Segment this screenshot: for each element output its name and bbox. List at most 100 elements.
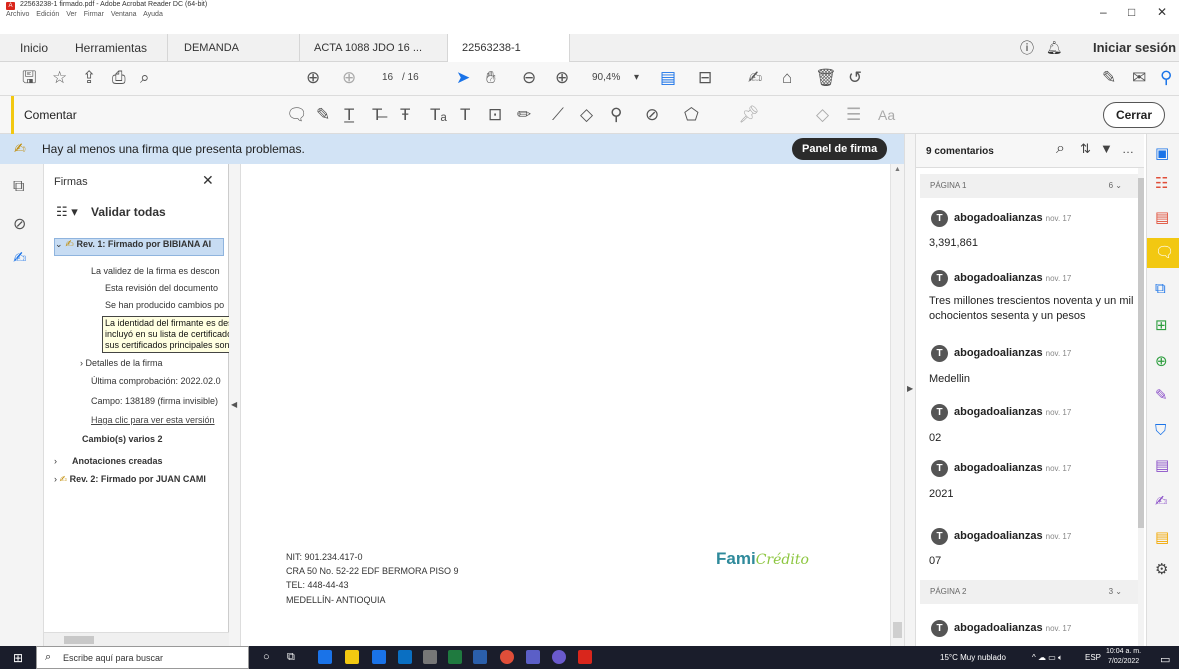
taskbar-search-input[interactable]: ⌕ Escribe aquí para buscar bbox=[36, 646, 249, 669]
save-icon[interactable]: 🖫︎ bbox=[22, 68, 36, 88]
notification-icon[interactable]: ▭ bbox=[1160, 653, 1170, 666]
close-window-button[interactable]: ✕ bbox=[1157, 5, 1167, 19]
fit-page-icon[interactable]: ▤ bbox=[660, 68, 676, 88]
attachment-icon[interactable]: ⊘ bbox=[13, 214, 26, 234]
comments-scroll-thumb[interactable] bbox=[1138, 178, 1144, 528]
acrobat-taskbar-icon[interactable] bbox=[578, 650, 592, 664]
attach-icon[interactable]: ⊘ bbox=[645, 105, 659, 125]
undo-icon[interactable]: ↺ bbox=[848, 68, 862, 88]
comment-text[interactable]: Tres millones trescientos noventa y un m… bbox=[929, 294, 1134, 324]
changes-item[interactable]: Cambio(s) varios 2 bbox=[82, 434, 163, 444]
minimize-button[interactable]: – bbox=[1100, 5, 1107, 19]
more-options-icon[interactable]: … bbox=[1122, 142, 1134, 156]
menu-archivo[interactable]: Archivo bbox=[6, 11, 29, 18]
pencil-icon[interactable]: ✏︎ bbox=[517, 105, 531, 125]
comment-text[interactable]: 02 bbox=[929, 431, 1134, 446]
chevron-down-icon[interactable]: ▾ bbox=[634, 72, 639, 83]
zoom-out-icon[interactable]: ⊖ bbox=[522, 68, 536, 88]
highlight-icon[interactable]: ✎ bbox=[316, 105, 330, 125]
sign-pen-icon[interactable]: ✍︎ bbox=[748, 68, 762, 88]
language-indicator[interactable]: ESP bbox=[1085, 653, 1101, 662]
close-panel-icon[interactable]: ✕ bbox=[202, 172, 214, 189]
mail-app-icon[interactable] bbox=[398, 650, 412, 664]
sticky-note-icon[interactable]: 🗨︎ bbox=[286, 105, 308, 125]
signature-panel-button[interactable]: Panel de firma bbox=[792, 138, 888, 160]
menu-firmar[interactable]: Firmar bbox=[84, 11, 104, 18]
collapse-left-icon[interactable]: ◀ bbox=[231, 400, 237, 409]
bell-icon[interactable]: 🔔︎ bbox=[1046, 34, 1063, 62]
page2-section[interactable]: PÁGINA 2 3 ⌄ bbox=[920, 580, 1140, 604]
cortana-icon[interactable]: ○ bbox=[263, 651, 270, 663]
clock-date[interactable]: 7/02/2022 bbox=[1108, 658, 1139, 665]
fill-sign-tool-icon[interactable]: ✎ bbox=[1155, 386, 1168, 404]
rev1-item[interactable]: ⌄ ✍︎ Rev. 1: Firmado por BIBIANA AI bbox=[54, 238, 224, 256]
browser-icon[interactable] bbox=[552, 650, 566, 664]
comment-text[interactable]: Medellin bbox=[929, 372, 1134, 387]
edge-icon[interactable] bbox=[318, 650, 332, 664]
options-menu-icon[interactable]: ☷ ▾ bbox=[56, 204, 78, 220]
export-icon[interactable]: ⊞ bbox=[1155, 316, 1168, 334]
sign-in-link[interactable]: Iniciar sesión bbox=[1093, 34, 1176, 62]
underline-text-icon[interactable]: T̲ bbox=[344, 105, 354, 125]
expand-right-icon[interactable]: ▶ bbox=[907, 384, 913, 393]
teams-icon[interactable] bbox=[526, 650, 540, 664]
print-icon[interactable]: ⎙ bbox=[112, 68, 126, 88]
zoom-in-icon[interactable]: ⊕ bbox=[555, 68, 569, 88]
star-icon[interactable]: ☆ bbox=[52, 68, 67, 88]
horizontal-scrollbar[interactable] bbox=[44, 632, 229, 646]
store-icon[interactable] bbox=[372, 650, 386, 664]
protect-icon[interactable]: ⛉ bbox=[1155, 422, 1166, 439]
document-scrollbar[interactable]: ▲ bbox=[890, 164, 904, 646]
edit-pdf-icon[interactable]: ▣ bbox=[1155, 144, 1169, 162]
replace-text-icon[interactable]: Ŧ bbox=[400, 105, 410, 125]
compress-icon[interactable]: ⊕ bbox=[1155, 352, 1168, 370]
zoom-level-dropdown[interactable]: 90,4% bbox=[592, 72, 620, 83]
pin-icon[interactable]: 📌︎ bbox=[738, 105, 760, 125]
excel-icon[interactable] bbox=[448, 650, 462, 664]
tab-inicio[interactable]: Inicio bbox=[20, 34, 48, 62]
page-number-input[interactable]: 16 bbox=[382, 72, 393, 83]
document-scroll-thumb[interactable] bbox=[893, 622, 902, 638]
revision-text[interactable]: Esta revisión del documento bbox=[105, 283, 225, 293]
page1-section[interactable]: PÁGINA 1 6 ⌄ bbox=[920, 174, 1140, 198]
rev2-item[interactable]: › ✍︎ Rev. 2: Firmado por JUAN CAMI bbox=[54, 474, 226, 485]
zoom-search-icon[interactable]: ⌕ bbox=[140, 68, 150, 88]
comments-scrollbar[interactable] bbox=[1138, 168, 1144, 646]
changes-text[interactable]: Se han producido cambios po bbox=[105, 300, 225, 310]
scrollbar-thumb[interactable] bbox=[64, 636, 94, 644]
scroll-up-icon[interactable]: ▲ bbox=[894, 166, 901, 173]
comments-splitter[interactable]: ▶ bbox=[904, 134, 916, 646]
app-icon[interactable] bbox=[423, 650, 437, 664]
page-thumbnails-icon[interactable]: ⧉ bbox=[13, 178, 24, 196]
create-pdf-icon[interactable]: ▤ bbox=[1155, 208, 1169, 226]
comment-text[interactable]: 2021 bbox=[929, 487, 1134, 502]
tab-herramientas[interactable]: Herramientas bbox=[75, 34, 169, 62]
file-explorer-icon[interactable] bbox=[345, 650, 359, 664]
more-tools-icon[interactable]: ⚙ bbox=[1155, 560, 1168, 578]
panel-splitter[interactable]: ◀ bbox=[229, 164, 241, 646]
sort-icon[interactable]: ⇅ bbox=[1080, 141, 1091, 157]
tab-doc-demanda[interactable]: DEMANDA HERRER... bbox=[170, 34, 300, 82]
windows-start-icon[interactable]: ⊞ bbox=[13, 651, 23, 665]
draw-icon[interactable]: ⟋ bbox=[552, 105, 564, 125]
clock-time[interactable]: 10:04 a. m. bbox=[1106, 648, 1141, 655]
comment-tool-icon[interactable]: 🗨︎ bbox=[1147, 238, 1179, 268]
search-icon[interactable]: ⌕ bbox=[1056, 140, 1065, 158]
stamp-icon[interactable]: ⚲ bbox=[610, 105, 622, 125]
prev-page-icon[interactable]: ⊕ bbox=[306, 68, 320, 88]
line-width-icon[interactable]: ☰ bbox=[846, 105, 861, 125]
fill-color-icon[interactable]: ◇ bbox=[816, 105, 829, 125]
document-view[interactable]: NIT: 901.234.417-0 CRA 50 No. 52-22 EDF … bbox=[241, 164, 904, 646]
weather-status[interactable]: 15°C Muy nublado bbox=[940, 653, 1006, 662]
comment-text[interactable]: 3,391,861 bbox=[929, 236, 1134, 251]
hand-icon[interactable]: ✋︎ bbox=[486, 68, 496, 88]
chrome-icon[interactable] bbox=[500, 650, 514, 664]
insert-text-icon[interactable]: Tₐ bbox=[430, 105, 447, 125]
eraser-icon[interactable]: ◇ bbox=[580, 105, 593, 125]
text-box-icon[interactable]: ⊡ bbox=[488, 105, 502, 125]
strikethrough-icon[interactable]: T̶ bbox=[372, 105, 382, 125]
combine-icon[interactable]: ⧉ bbox=[1155, 280, 1166, 297]
font-size-icon[interactable]: Aa bbox=[878, 105, 895, 125]
task-view-icon[interactable]: ⧉ bbox=[287, 651, 295, 664]
menu-ayuda[interactable]: Ayuda bbox=[143, 11, 163, 18]
